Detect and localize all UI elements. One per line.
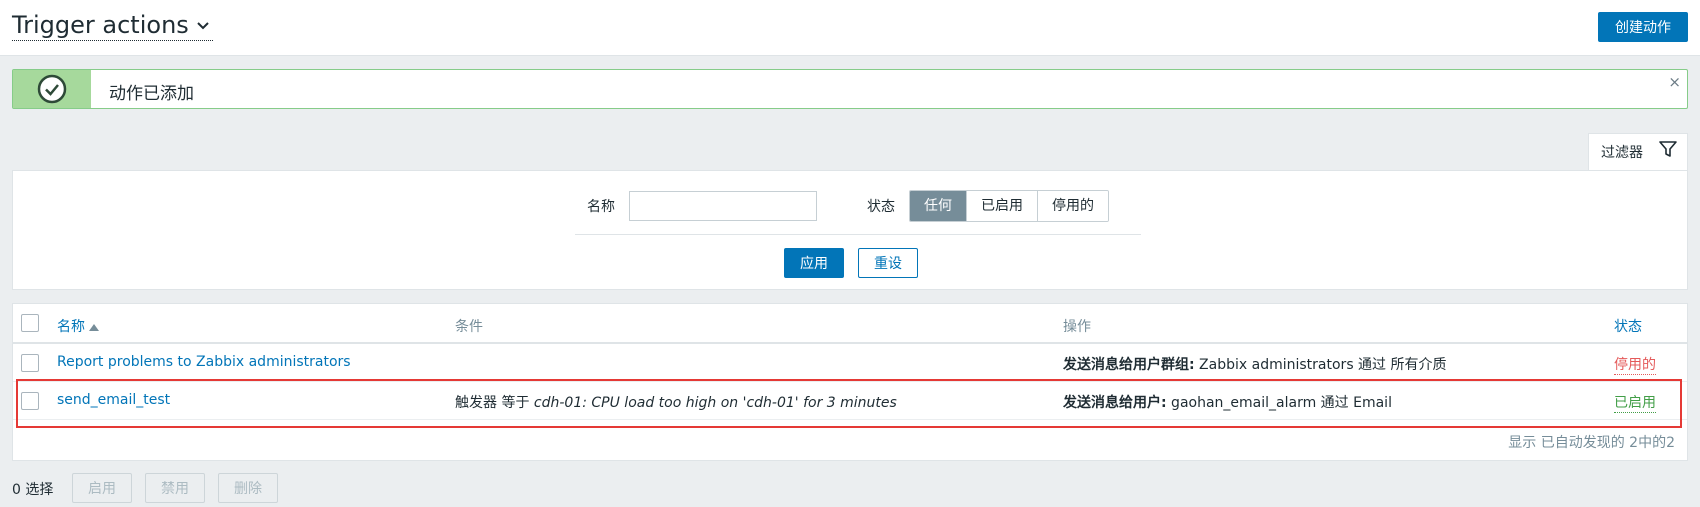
sort-asc-icon	[89, 323, 99, 331]
check-circle-icon	[37, 74, 67, 104]
table-footer-count: 显示 已自动发现的 2中的2	[1508, 435, 1675, 451]
status-option-disabled[interactable]: 停用的	[1038, 191, 1108, 221]
actions-table: 名称 条件 操作 状态 Report problems to Zabbix ad…	[12, 303, 1688, 461]
success-icon-box	[13, 70, 91, 108]
select-all-checkbox[interactable]	[21, 314, 39, 332]
reset-button[interactable]: 重设	[858, 248, 918, 278]
filter-panel: 名称 状态 任何 已启用 停用的 应用 重设	[12, 170, 1688, 290]
operation-value: Zabbix administrators 通过 所有介质	[1194, 357, 1447, 373]
page-title-text: Trigger actions	[12, 11, 189, 39]
column-header-status[interactable]: 状态	[1614, 316, 1642, 336]
table-header: 名称 条件 操作 状态	[13, 304, 1687, 344]
success-message-text: 动作已添加	[109, 84, 194, 104]
action-name-link[interactable]: send_email_test	[57, 392, 170, 408]
status-segmented-control: 任何 已启用 停用的	[909, 190, 1109, 222]
table-row: send_email_test 触发器 等于 cdh-01: CPU load …	[13, 382, 1687, 420]
filter-divider	[575, 234, 1141, 235]
operation-cell: 发送消息给用户: gaohan_email_alarm 通过 Email	[1063, 392, 1392, 412]
status-toggle[interactable]: 停用的	[1614, 354, 1656, 375]
filter-tab-label: 过滤器	[1601, 145, 1643, 161]
status-option-any[interactable]: 任何	[910, 191, 967, 221]
column-header-conditions: 条件	[455, 319, 483, 335]
chevron-down-icon	[197, 22, 209, 30]
condition-value: cdh-01: CPU load too high on 'cdh-01' fo…	[533, 395, 897, 411]
filter-status-label: 状态	[867, 199, 895, 215]
filter-name-input[interactable]	[629, 191, 817, 221]
condition-cell: 触发器 等于 cdh-01: CPU load too high on 'cdh…	[455, 392, 897, 412]
filter-tab[interactable]: 过滤器	[1588, 133, 1688, 171]
apply-button[interactable]: 应用	[784, 248, 844, 278]
row-checkbox[interactable]	[21, 392, 39, 410]
column-header-operations: 操作	[1063, 319, 1091, 335]
delete-button[interactable]: 删除	[218, 473, 278, 503]
selected-count: 0 选择	[12, 482, 54, 498]
operation-cell: 发送消息给用户群组: Zabbix administrators 通过 所有介质	[1063, 354, 1447, 374]
operation-label: 发送消息给用户群组:	[1063, 357, 1195, 373]
status-toggle[interactable]: 已启用	[1614, 392, 1656, 413]
disable-button[interactable]: 禁用	[145, 473, 205, 503]
row-checkbox[interactable]	[21, 354, 39, 372]
column-header-name-label: 名称	[57, 319, 85, 335]
operation-label: 发送消息给用户:	[1063, 395, 1167, 411]
enable-button[interactable]: 启用	[72, 473, 132, 503]
filter-icon	[1659, 141, 1677, 157]
condition-prefix: 触发器 等于	[455, 395, 534, 411]
create-action-button[interactable]: 创建动作	[1598, 12, 1688, 42]
close-icon[interactable]: ×	[1668, 73, 1681, 91]
page-header: Trigger actions 创建动作	[0, 0, 1700, 56]
column-header-name[interactable]: 名称	[57, 316, 99, 336]
filter-name-label: 名称	[587, 199, 615, 215]
status-option-enabled[interactable]: 已启用	[967, 191, 1038, 221]
action-name-link[interactable]: Report problems to Zabbix administrators	[57, 354, 351, 370]
page-title-dropdown[interactable]: Trigger actions	[12, 10, 213, 41]
success-message: 动作已添加 ×	[12, 69, 1688, 109]
table-row: Report problems to Zabbix administrators…	[13, 344, 1687, 382]
operation-value: gaohan_email_alarm 通过 Email	[1166, 395, 1392, 411]
